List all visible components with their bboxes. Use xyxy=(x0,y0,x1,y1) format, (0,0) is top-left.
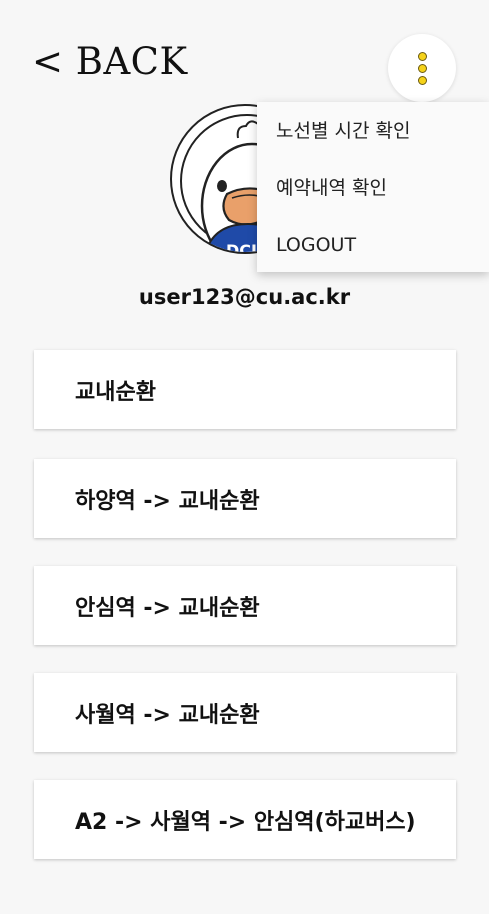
menu-item-reservations[interactable]: 예약내역 확인 xyxy=(276,175,387,201)
route-button-campus-loop[interactable]: 교내순환 xyxy=(34,350,456,429)
route-label: 안심역 -> 교내순환 xyxy=(75,595,260,621)
route-label: 교내순환 xyxy=(75,379,156,405)
overflow-dropdown-menu: 노선별 시간 확인 예약내역 확인 LOGOUT xyxy=(257,102,489,272)
route-button-a2-sawol-ansim[interactable]: A2 -> 사월역 -> 안심역(하교버스) xyxy=(34,780,456,859)
back-button[interactable]: < BACK xyxy=(32,38,188,86)
route-button-sawol-to-campus[interactable]: 사월역 -> 교내순환 xyxy=(34,673,456,752)
route-button-hayang-to-campus[interactable]: 하양역 -> 교내순환 xyxy=(34,459,456,538)
route-label: 사월역 -> 교내순환 xyxy=(75,702,260,728)
route-button-ansim-to-campus[interactable]: 안심역 -> 교내순환 xyxy=(34,566,456,645)
route-label: 하양역 -> 교내순환 xyxy=(75,488,260,514)
user-email: user123@cu.ac.kr xyxy=(138,285,351,309)
route-label: A2 -> 사월역 -> 안심역(하교버스) xyxy=(75,809,416,835)
menu-dot-icon xyxy=(418,64,427,73)
menu-dot-icon xyxy=(418,76,427,85)
more-menu-button[interactable] xyxy=(388,34,456,102)
menu-item-logout[interactable]: LOGOUT xyxy=(276,232,356,258)
menu-dot-icon xyxy=(418,52,427,61)
menu-item-route-times[interactable]: 노선별 시간 확인 xyxy=(276,118,410,144)
